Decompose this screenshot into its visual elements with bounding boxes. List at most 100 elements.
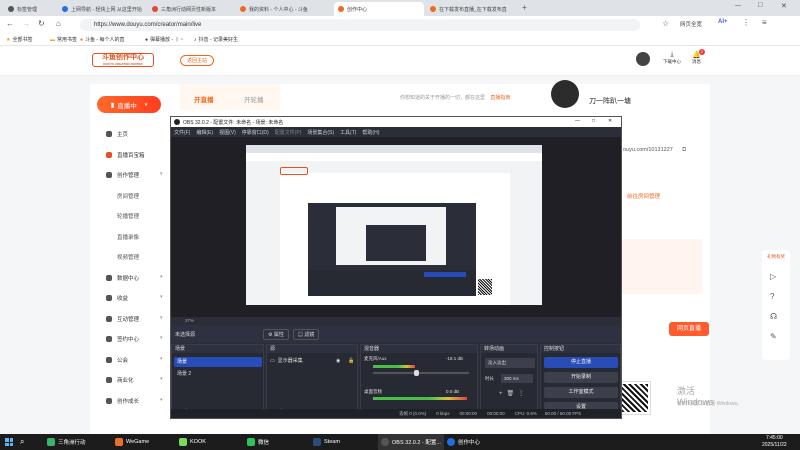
zoom-label[interactable]: 网页全宽: [680, 20, 702, 28]
bookmark-common[interactable]: ▬ 常用书签: [50, 36, 77, 44]
chevron-down-icon[interactable]: ▾: [160, 274, 163, 280]
menu-profile[interactable]: 配置文件(P): [275, 129, 302, 136]
gift-prize-link[interactable]: 礼物有奖: [766, 254, 786, 260]
forward-icon[interactable]: →: [22, 19, 30, 28]
obs-minimize-icon[interactable]: —: [575, 118, 580, 124]
sidebar-item-0[interactable]: 主页: [106, 130, 128, 138]
chevron-down-icon[interactable]: ▾: [160, 376, 163, 382]
transition-actions[interactable]: +🗑⋮: [499, 390, 528, 397]
copy-icon[interactable]: ⧉: [682, 147, 686, 154]
sidebar-item-5[interactable]: 直播录像: [117, 233, 139, 241]
extensions-icon[interactable]: ⋮: [742, 18, 750, 27]
transition-select[interactable]: 淡入淡出: [485, 358, 535, 368]
web-live-button[interactable]: 网页直播: [669, 322, 709, 336]
sidebar-item-4[interactable]: 轮播管理: [117, 212, 139, 220]
menu-docks[interactable]: 停靠窗口(D): [242, 129, 269, 136]
home-site-button[interactable]: 返回主站: [180, 55, 215, 66]
room-manage-link[interactable]: 前往房间管理: [627, 192, 660, 200]
tab-5[interactable]: 在下载发布直播_在下载发布直: [426, 2, 518, 16]
eye-icon[interactable]: ◉: [336, 358, 340, 364]
obs-maximize-icon[interactable]: □: [592, 118, 595, 124]
tab-2[interactable]: 三角洲行动网页性新版本: [148, 2, 234, 16]
obs-preview[interactable]: [171, 137, 621, 317]
help-icon[interactable]: ?: [770, 292, 774, 301]
chevron-down-icon[interactable]: ▾: [160, 315, 163, 321]
obs-close-icon[interactable]: ✕: [608, 118, 612, 124]
download-center[interactable]: ⤓ 下载中心: [663, 51, 681, 65]
bookmark-douyin[interactable]: ♪ 抖音 - 记录美好生: [194, 36, 238, 44]
clock[interactable]: 7:45:00 2025/11/22: [762, 435, 787, 448]
star-icon[interactable]: ☆: [662, 19, 669, 28]
url-input[interactable]: https://www.douyu.com/creator/main/live: [80, 19, 640, 31]
windows-start-icon[interactable]: [5, 438, 13, 446]
duration-input[interactable]: 300 ms: [501, 374, 533, 383]
lock-icon[interactable]: 🔓: [348, 358, 354, 364]
sidebar-item-12[interactable]: 商业化: [106, 376, 134, 384]
tab-4-active[interactable]: 创作中心: [334, 2, 424, 16]
mic-slider-handle[interactable]: [413, 370, 419, 376]
stop-streaming-button[interactable]: 停止直播: [544, 357, 618, 368]
minimize-icon[interactable]: —: [735, 3, 741, 9]
zoom-level[interactable]: 37%: [185, 318, 194, 323]
properties-button[interactable]: ⚙ 属性: [263, 328, 289, 340]
sidebar-item-9[interactable]: 互动管理: [106, 315, 139, 323]
sidebar-item-8[interactable]: 收益: [106, 294, 128, 302]
sidebar-item-1[interactable]: 直播百宝箱: [106, 151, 145, 159]
reload-icon[interactable]: ↻: [38, 19, 45, 28]
scene-item-active[interactable]: 场景: [174, 357, 262, 367]
headset-icon[interactable]: ☊: [770, 312, 777, 321]
sidebar-item-10[interactable]: 签约中心: [106, 335, 139, 343]
chevron-down-icon[interactable]: ▾: [160, 335, 163, 341]
search-icon[interactable]: ⌕: [20, 437, 24, 447]
sidebar-item-7[interactable]: 数据中心: [106, 274, 139, 282]
chevron-down-icon[interactable]: ▾: [160, 397, 163, 403]
sidebar-item-11[interactable]: 公会: [106, 356, 128, 364]
notifications[interactable]: 🔔 消息 2: [692, 49, 705, 65]
menu-view[interactable]: 视图(V): [219, 129, 236, 136]
source-item[interactable]: ▭ 显示器采集 ◉ 🔓: [270, 357, 356, 365]
bookmark-all[interactable]: ★ 全部书签: [6, 36, 33, 44]
chevron-down-icon[interactable]: ▾: [160, 294, 163, 300]
chevron-down-icon[interactable]: ▾: [160, 356, 163, 362]
sidebar-item-2[interactable]: 创作管理: [106, 171, 139, 179]
taskbar-app-steam[interactable]: Steam: [310, 434, 343, 450]
new-tab-icon[interactable]: +: [522, 3, 527, 12]
taskbar-app-delta[interactable]: 三角洲行动: [44, 434, 89, 450]
bookmark-danmu[interactable]: ● 彈幕播放 - 丨・: [145, 36, 184, 44]
taskbar-app-wechat[interactable]: 微信: [244, 434, 272, 450]
menu-tools[interactable]: 工具(T): [340, 129, 356, 136]
menu-scene-collection[interactable]: 场景集合(S): [307, 129, 334, 136]
sidebar-item-3[interactable]: 房间管理: [117, 192, 139, 200]
live-status-button[interactable]: ▮ 直播中 ▾: [97, 96, 161, 113]
sidebar-item-6[interactable]: 视频管理: [117, 253, 139, 261]
home-icon[interactable]: ⌂: [56, 19, 61, 28]
tab-go-live[interactable]: 开直播: [180, 84, 280, 110]
play-icon[interactable]: ▷: [770, 272, 776, 281]
mic-slider[interactable]: [373, 370, 469, 376]
chevron-down-icon[interactable]: ▾: [160, 171, 163, 177]
sidebar-item-13[interactable]: 创作成长: [106, 397, 139, 405]
scene-item[interactable]: 场景 2: [177, 370, 191, 377]
menu-icon[interactable]: ≡: [762, 18, 767, 27]
taskbar-app-kook[interactable]: KOOK: [176, 434, 209, 450]
taskbar-app-obs[interactable]: OBS 32.0.2 - 配置...: [378, 434, 444, 450]
start-recording-button[interactable]: 开始录制: [544, 372, 618, 383]
menu-help[interactable]: 帮助(H): [362, 129, 379, 136]
live-guide-link[interactable]: 直播指南: [490, 95, 510, 101]
back-icon[interactable]: ←: [6, 19, 14, 28]
studio-mode-button[interactable]: 工作室模式: [544, 387, 618, 398]
taskbar-app-wegame[interactable]: WeGame: [112, 434, 152, 450]
site-logo[interactable]: 斗鱼创作中心 DOUYU CREATOR CENTER: [92, 52, 154, 68]
taskbar-app-browser[interactable]: 创作中心: [444, 434, 483, 450]
tab-0[interactable]: 标签管理: [4, 2, 56, 16]
bookmark-douyu[interactable]: ● 斗鱼 - 每个人的直: [80, 36, 124, 44]
tab-carousel[interactable]: 开轮播: [244, 94, 264, 104]
maximize-icon[interactable]: □: [758, 2, 762, 9]
filters-button[interactable]: ▤ 滤镜: [292, 328, 320, 340]
close-icon[interactable]: ✕: [781, 2, 787, 10]
menu-file[interactable]: 文件(F): [174, 129, 190, 136]
feedback-icon[interactable]: ✎: [770, 332, 777, 341]
menu-edit[interactable]: 编辑(E): [196, 129, 213, 136]
user-avatar[interactable]: [636, 52, 650, 66]
tab-3[interactable]: 我的资料 - 个人中心 - 斗鱼: [236, 2, 332, 16]
